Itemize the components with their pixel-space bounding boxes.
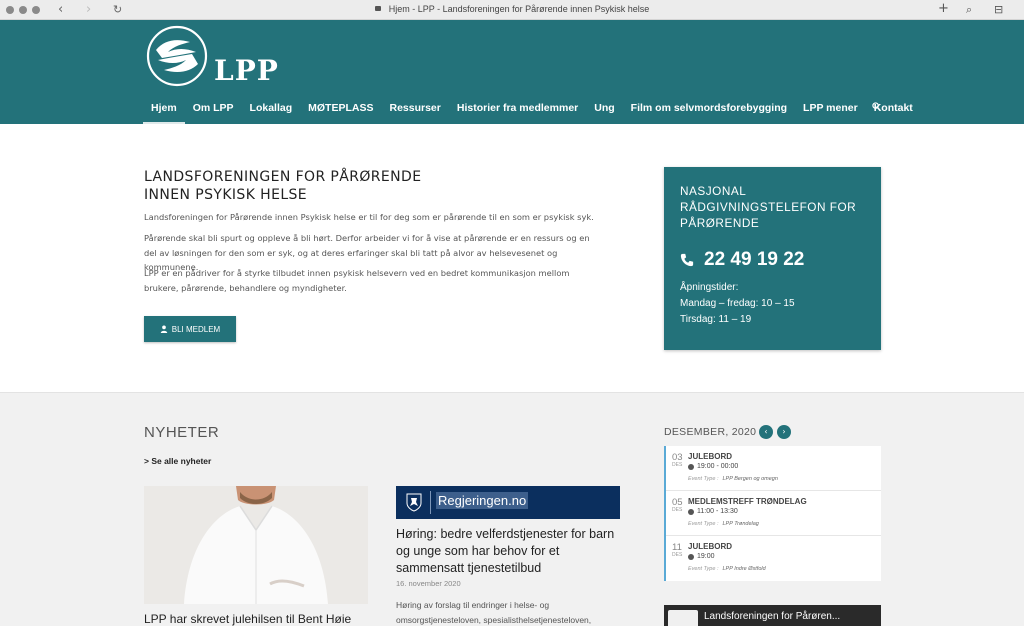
calendar-event[interactable]: 11 DES JULEBORD 19:00 Event Type : LPP In… xyxy=(666,536,881,581)
news-article-1-title[interactable]: LPP har skrevet julehilsen til Bent Høie xyxy=(144,612,351,626)
browser-toolbar: ‹ › ↻ Hjem - LPP - Landsforeningen for P… xyxy=(0,0,1024,20)
event-type: Event Type : LPP Indre Østfold xyxy=(688,566,766,572)
event-month: DES xyxy=(672,552,683,558)
address-bar[interactable]: Hjem - LPP - Landsforeningen for Pårøren… xyxy=(0,4,1024,14)
nav-item-lpp-mener[interactable]: LPP mener xyxy=(795,100,866,124)
event-type-label: Event Type : xyxy=(688,566,719,572)
calendar-event-list: 03 DES JULEBORD 19:00 - 00:00 Event Type… xyxy=(664,446,881,581)
news-article-2-date: 16. november 2020 xyxy=(396,579,461,588)
search-icon[interactable] xyxy=(872,102,881,111)
nav-item-lokallag[interactable]: Lokallag xyxy=(242,100,301,124)
browser-search-icon[interactable]: ⌕ xyxy=(966,3,972,17)
event-name: JULEBORD xyxy=(688,542,733,551)
nav-item-om-lpp[interactable]: Om LPP xyxy=(185,100,242,124)
news-article-1-image[interactable] xyxy=(144,486,368,604)
helpline-title: NASJONAL RÅDGIVNINGSTELEFON FOR PÅRØREND… xyxy=(680,184,857,230)
event-name: MEDLEMSTREFF TRØNDELAG xyxy=(688,497,807,506)
calendar-prev-button[interactable]: ‹ xyxy=(759,425,773,439)
calendar-month: DESEMBER, 2020 xyxy=(664,426,757,438)
main-navigation: Hjem Om LPP Lokallag MØTEPLASS Ressurser… xyxy=(143,100,921,124)
hours-tuesday: Tirsdag: 11 – 19 xyxy=(680,314,752,325)
nav-item-film[interactable]: Film om selvmordsforebygging xyxy=(623,100,795,124)
helpline-number: 22 49 19 22 xyxy=(704,249,805,270)
nav-item-ressurser[interactable]: Ressurser xyxy=(381,100,448,124)
event-type: Event Type : LPP Trøndelag xyxy=(688,521,759,527)
event-type-label: Event Type : xyxy=(688,521,719,527)
coat-of-arms-icon xyxy=(406,493,422,512)
clock-icon xyxy=(688,553,694,560)
see-all-news-link[interactable]: > Se alle nyheter xyxy=(144,456,211,466)
event-time-text: 11:00 - 13:30 xyxy=(697,508,738,515)
hours-label: Åpningstider: xyxy=(680,282,739,293)
portrait-photo xyxy=(144,486,368,604)
intro-paragraph-1: Landsforeningen for Pårørende innen Psyk… xyxy=(144,212,594,222)
clock-icon xyxy=(688,463,694,470)
become-member-label: BLI MEDLEM xyxy=(171,324,221,334)
video-channel-icon xyxy=(668,610,698,626)
calendar-event[interactable]: 05 DES MEDLEMSTREFF TRØNDELAG 11:00 - 13… xyxy=(666,491,881,536)
nav-item-moteplass[interactable]: MØTEPLASS xyxy=(300,100,381,124)
calendar-event[interactable]: 03 DES JULEBORD 19:00 - 00:00 Event Type… xyxy=(666,446,881,491)
news-article-2-image[interactable]: Regjeringen.no xyxy=(396,486,620,519)
phone-icon xyxy=(680,253,694,267)
event-type-value: LPP Trøndelag xyxy=(722,521,759,527)
nav-item-hjem[interactable]: Hjem xyxy=(143,100,185,124)
site-logo[interactable]: LPP xyxy=(146,24,278,88)
event-month: DES xyxy=(672,462,683,468)
nav-item-ung[interactable]: Ung xyxy=(586,100,622,124)
lock-icon xyxy=(374,6,381,12)
intro-heading-line1: LANDSFORENINGEN FOR PÅRØRENDE xyxy=(144,169,422,185)
hours-weekday: Mandag – fredag: 10 – 15 xyxy=(680,298,795,309)
intro-heading: LANDSFORENINGEN FOR PÅRØRENDE INNEN PSYK… xyxy=(144,168,464,204)
video-title: Landsforeningen for Pårøren... xyxy=(704,611,841,622)
event-time-text: 19:00 - 00:00 xyxy=(697,463,739,470)
logo-text: LPP xyxy=(214,54,279,87)
news-heading: NYHETER xyxy=(144,424,220,441)
event-time: 19:00 xyxy=(688,553,715,560)
helpline-hours: Åpningstider: Mandag – fredag: 10 – 15 T… xyxy=(680,280,795,328)
banner-divider xyxy=(430,491,431,514)
become-member-button[interactable]: BLI MEDLEM xyxy=(144,316,236,342)
event-type: Event Type : LPP Bergen og omegn xyxy=(688,476,778,482)
sidebar-icon[interactable]: ⊟ xyxy=(994,3,1003,16)
event-time: 11:00 - 13:30 xyxy=(688,508,738,515)
helpline-box: NASJONAL RÅDGIVNINGSTELEFON FOR PÅRØREND… xyxy=(664,167,881,350)
calendar-next-button[interactable]: › xyxy=(777,425,791,439)
event-time: 19:00 - 00:00 xyxy=(688,463,738,470)
page-tab-title: Hjem - LPP - Landsforeningen for Pårøren… xyxy=(388,4,650,14)
event-type-label: Event Type : xyxy=(688,476,719,482)
hands-logo-icon xyxy=(146,25,208,87)
news-article-2-title[interactable]: Høring: bedre velferdstjenester for barn… xyxy=(396,526,626,577)
new-tab-icon[interactable]: + xyxy=(938,1,949,16)
person-icon xyxy=(160,325,167,333)
event-time-text: 19:00 xyxy=(697,553,715,560)
nav-item-historier[interactable]: Historier fra medlemmer xyxy=(449,100,586,124)
event-month: DES xyxy=(672,507,683,513)
regjeringen-banner-text: Regjeringen.no xyxy=(436,492,529,509)
intro-heading-line2: INNEN PSYKISK HELSE xyxy=(144,187,308,203)
news-article-2-excerpt: Høring av forslag til endringer i helse-… xyxy=(396,600,592,625)
video-embed[interactable]: Landsforeningen for Pårøren... xyxy=(664,605,881,626)
event-type-value: LPP Bergen og omegn xyxy=(722,476,778,482)
intro-paragraph-3: LPP er en pådriver for å styrke tilbudet… xyxy=(144,268,570,293)
event-type-value: LPP Indre Østfold xyxy=(722,566,766,572)
clock-icon xyxy=(688,508,694,515)
event-name: JULEBORD xyxy=(688,452,733,461)
helpline-phone[interactable]: 22 49 19 22 xyxy=(680,249,804,271)
